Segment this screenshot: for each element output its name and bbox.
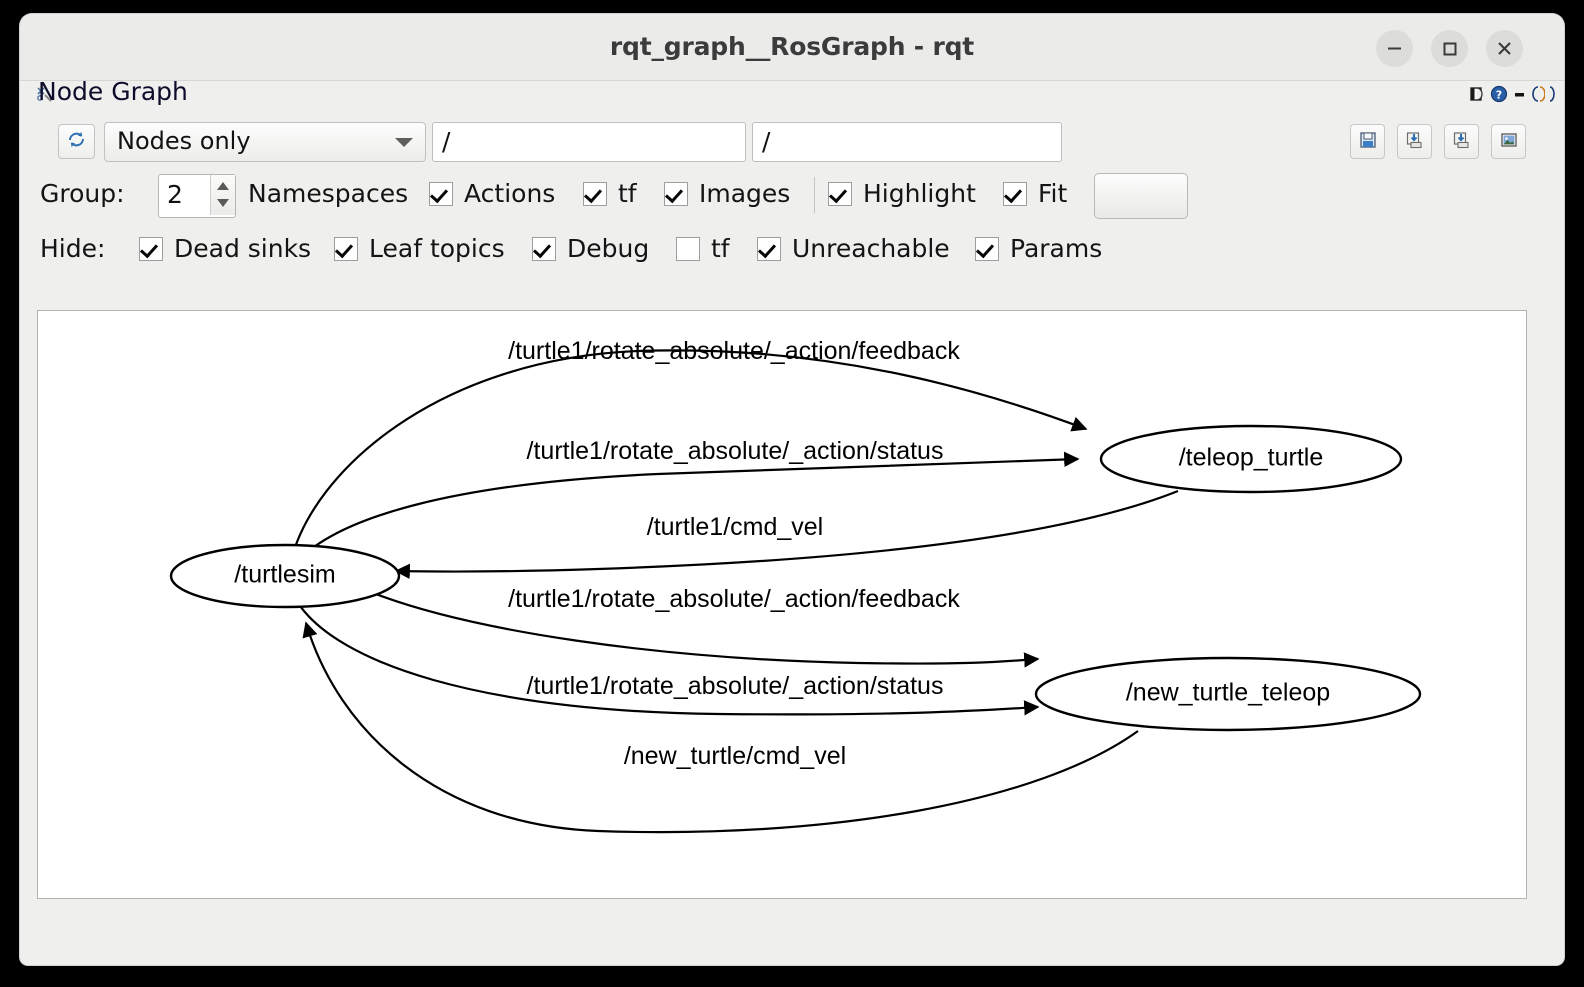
checkbox-highlight[interactable] — [828, 182, 852, 206]
checkbox-actions[interactable] — [429, 182, 453, 206]
label-fit: Fit — [1038, 179, 1068, 208]
checkbox-dead-sinks[interactable] — [139, 237, 163, 261]
save-dot-icon — [1405, 130, 1425, 154]
node-label-teleop-turtle: /teleop_turtle — [1179, 444, 1324, 472]
graph-canvas[interactable]: /turtlesim /teleop_turtle /new_turtle_te… — [37, 310, 1527, 899]
screen: rqt_graph__RosGraph - rqt Node Graph ? N… — [0, 0, 1584, 987]
chevron-down-icon — [395, 138, 413, 147]
group-spin-buttons[interactable] — [210, 175, 235, 215]
load-dot-icon — [1452, 130, 1472, 154]
label-unreachable: Unreachable — [792, 234, 950, 263]
label-images: Images — [699, 179, 791, 208]
dock-minimize-icon[interactable] — [1512, 84, 1528, 108]
label-leaf-topics: Leaf topics — [369, 234, 505, 263]
topic-filter-value: / — [442, 127, 451, 156]
dock-config-icon[interactable] — [1466, 84, 1486, 108]
label-dead-sinks: Dead sinks — [174, 234, 312, 263]
options-row-hide: Hide: Dead sinks Leaf topics Debug tf Un… — [20, 222, 1564, 277]
node-turtlesim[interactable]: /turtlesim — [169, 543, 401, 609]
node-filter-value: / — [762, 127, 771, 156]
label-params: Params — [1010, 234, 1103, 263]
group-spinbox[interactable]: 2 — [158, 174, 236, 218]
ros-node-graph[interactable]: /turtlesim /teleop_turtle /new_turtle_te… — [38, 311, 1526, 898]
label-debug: Debug — [567, 234, 650, 263]
dock-title: Node Graph — [38, 81, 188, 106]
checkbox-tf[interactable] — [583, 182, 607, 206]
fit-in-view-button[interactable] — [1094, 173, 1188, 219]
refresh-button[interactable] — [58, 124, 95, 159]
title-bar: rqt_graph__RosGraph - rqt — [20, 14, 1564, 81]
topic-filter-input[interactable]: / — [432, 122, 746, 162]
graph-toolbar: Nodes only / / — [20, 115, 1564, 167]
minimize-button[interactable] — [1376, 30, 1413, 67]
save-dot-button[interactable] — [1397, 124, 1432, 159]
edge-label-status-top: /turtle1/rotate_absolute/_action/status — [527, 437, 944, 465]
dock-buttons: ? — [1466, 81, 1558, 111]
hide-label: Hide: — [40, 234, 106, 263]
export-buttons — [1350, 124, 1526, 159]
node-label-new-turtle-teleop: /new_turtle_teleop — [1126, 679, 1330, 707]
load-dot-button[interactable] — [1444, 124, 1479, 159]
edge-label-turtle1-cmdvel: /turtle1/cmd_vel — [647, 513, 823, 541]
node-filter-input[interactable]: / — [752, 122, 1062, 162]
label-highlight: Highlight — [863, 179, 976, 208]
graph-view-select-label: Nodes only — [117, 127, 251, 155]
svg-text:?: ? — [1496, 89, 1502, 102]
dock-close-icon[interactable] — [1548, 84, 1558, 108]
minimize-icon — [1385, 39, 1404, 58]
checkbox-debug[interactable] — [532, 237, 556, 261]
save-as-image-button[interactable] — [1350, 124, 1385, 159]
group-value: 2 — [167, 180, 183, 209]
group-label: Group: — [40, 179, 125, 208]
label-actions: Actions — [464, 179, 556, 208]
checkbox-fit[interactable] — [1003, 182, 1027, 206]
checkbox-tf-hide[interactable] — [676, 237, 700, 261]
checkbox-images[interactable] — [664, 182, 688, 206]
edge-newteleop-turtlesim-cmdvel[interactable] — [302, 621, 1139, 834]
rqt-window: rqt_graph__RosGraph - rqt Node Graph ? N… — [20, 14, 1564, 965]
checkbox-leaf-topics[interactable] — [334, 237, 358, 261]
chevron-up-icon[interactable] — [217, 182, 229, 190]
chevron-down-icon[interactable] — [217, 199, 229, 207]
node-teleop-turtle[interactable]: /teleop_turtle — [1099, 424, 1403, 494]
image-button[interactable] — [1491, 124, 1526, 159]
close-button[interactable] — [1486, 30, 1523, 67]
label-tf: tf — [618, 179, 637, 208]
node-label-turtlesim: /turtlesim — [234, 561, 335, 589]
window-title: rqt_graph__RosGraph - rqt — [609, 32, 975, 61]
edge-label-feedback-bottom: /turtle1/rotate_absolute/_action/feedbac… — [508, 585, 960, 613]
label-tf-hide: tf — [711, 234, 730, 263]
floppy-icon — [1358, 130, 1378, 154]
node-new-turtle-teleop[interactable]: /new_turtle_teleop — [1034, 656, 1422, 732]
dock-float-icon[interactable] — [1531, 84, 1546, 108]
close-icon — [1495, 39, 1514, 58]
options-row-primary: Group: 2 Namespaces Actions tf Images Hi… — [20, 167, 1564, 222]
refresh-icon — [66, 129, 87, 154]
toolbar-separator — [814, 177, 815, 213]
dock-header: Node Graph ? — [20, 81, 1564, 115]
edge-label-feedback-top: /turtle1/rotate_absolute/_action/feedbac… — [508, 337, 960, 365]
edge-turtlesim-teleop-status[interactable] — [295, 451, 1080, 564]
maximize-icon — [1440, 39, 1459, 58]
edge-label-newturtle-cmdvel: /new_turtle/cmd_vel — [624, 742, 846, 770]
maximize-button[interactable] — [1431, 30, 1468, 67]
checkbox-unreachable[interactable] — [757, 237, 781, 261]
graph-view-select[interactable]: Nodes only — [104, 122, 426, 162]
namespaces-label: Namespaces — [248, 179, 409, 208]
picture-icon — [1499, 130, 1519, 154]
edge-label-status-bottom: /turtle1/rotate_absolute/_action/status — [527, 672, 944, 700]
checkbox-params[interactable] — [975, 237, 999, 261]
dock-help-icon[interactable]: ? — [1489, 84, 1509, 108]
